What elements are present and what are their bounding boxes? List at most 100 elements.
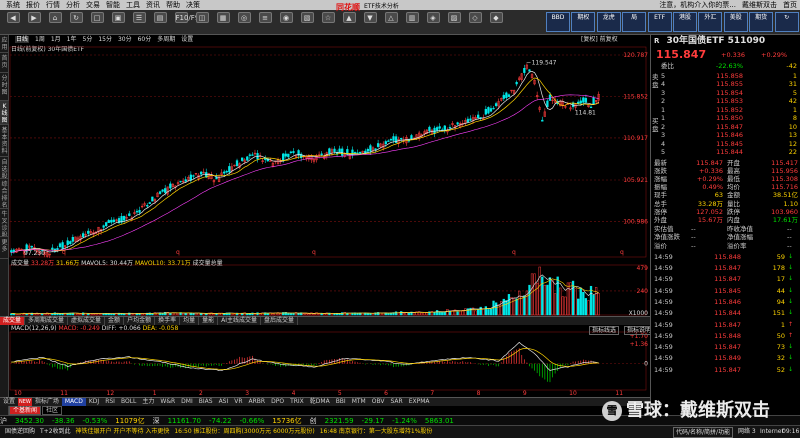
indicator-tab-0[interactable]: 设置 bbox=[0, 398, 18, 406]
volume-tab-9[interactable]: 盘后成交量 bbox=[261, 317, 299, 325]
indicator-tab-2[interactable]: MACD bbox=[61, 398, 86, 406]
indicator-tab-18[interactable]: OBV bbox=[369, 398, 388, 406]
candle bbox=[143, 201, 146, 207]
ask-row-1-vol: 31 bbox=[788, 80, 797, 88]
volume-bar bbox=[79, 313, 82, 316]
candle bbox=[171, 183, 175, 188]
bid-row-0: 1 115.850 8 bbox=[651, 114, 800, 122]
x-axis-label: 8 bbox=[477, 390, 481, 397]
sub-tab-1[interactable]: 社区 bbox=[42, 406, 63, 415]
indicator-tab-20[interactable]: EXPMA bbox=[406, 398, 433, 406]
candle bbox=[148, 201, 151, 204]
sell-label: 卖盘 bbox=[652, 73, 659, 89]
sub-tab-0[interactable]: 个基新闻 bbox=[9, 406, 42, 415]
indicator-tab-9[interactable]: BIAS bbox=[196, 398, 216, 406]
toolbar-right-button-9[interactable]: ↻ bbox=[774, 12, 799, 32]
candle bbox=[446, 127, 449, 135]
event-marker[interactable]: q bbox=[176, 249, 180, 256]
ask-row-4: 1 115.852 1 bbox=[651, 106, 800, 114]
toolbar-right-button-8[interactable]: 期货 bbox=[749, 12, 774, 32]
indicator-tab-4[interactable]: RSI bbox=[102, 398, 118, 406]
volume-bar bbox=[256, 312, 259, 316]
status-item-5[interactable]: 代码/名称/简拼/功能 bbox=[673, 427, 734, 438]
volume-bar bbox=[110, 313, 113, 316]
candle bbox=[135, 208, 139, 215]
event-marker[interactable]: q bbox=[620, 249, 624, 256]
stat-value-3: 0.49% bbox=[702, 183, 723, 192]
stat-row-3: 振幅 0.49% 均价 115.716 bbox=[651, 183, 800, 191]
volume-bar bbox=[520, 295, 523, 316]
indicator-tab-15[interactable]: 乾DMA bbox=[307, 398, 333, 406]
candle bbox=[507, 93, 511, 97]
volume-legend-ma5: MAVOL5: 30.44万 bbox=[81, 260, 134, 267]
status-item-0: 国债逆回购 bbox=[5, 428, 36, 435]
volume-bar bbox=[487, 309, 490, 316]
macd-legend-name: MACD(12,26,9) bbox=[11, 325, 57, 332]
event-marker[interactable]: q bbox=[312, 249, 316, 256]
indicator-tab-7[interactable]: W&R bbox=[157, 398, 178, 406]
candle bbox=[494, 101, 498, 108]
event-marker[interactable]: q bbox=[62, 249, 66, 256]
volume-tab-4[interactable]: 户均金额 bbox=[124, 317, 156, 325]
indicator-tab-1[interactable]: 指标广场 bbox=[32, 398, 62, 406]
tick-dir-6: ↑ bbox=[788, 320, 794, 328]
volume-tab-2[interactable]: 虚拟成交量 bbox=[68, 317, 106, 325]
indicator-tab-13[interactable]: DPO bbox=[268, 398, 287, 406]
volume-bar bbox=[482, 308, 485, 316]
volume-tab-6[interactable]: 均量 bbox=[180, 317, 200, 325]
indicator-tab-11[interactable]: VR bbox=[231, 398, 245, 406]
volume-bar bbox=[271, 313, 275, 316]
indicator-select-button[interactable]: 指标线选 bbox=[589, 326, 620, 335]
indicator-tab-19[interactable]: SAR bbox=[388, 398, 406, 406]
candle bbox=[366, 147, 369, 153]
volume-tabs: 成交量 多周期成交量 虚拟成交量 金额 户均金额 换手率 均量 量能 AI主线成交量 盘后成交量 bbox=[0, 316, 650, 325]
volume-tab-1[interactable]: 多周期成交量 bbox=[25, 317, 69, 325]
stat-row-6: 涨停 127.052 跌停 103.960 bbox=[651, 208, 800, 216]
volume-bar bbox=[584, 298, 588, 316]
toolbar-right-button-5[interactable]: 港股 bbox=[673, 12, 697, 32]
stat-label2-5: 量比 bbox=[727, 199, 740, 208]
tick-row-8: 14:59 115.847 73 ↓ bbox=[651, 343, 800, 351]
indicator-tab-8[interactable]: DMI bbox=[178, 398, 196, 406]
tick-time-5: 14:59 bbox=[654, 309, 673, 318]
event-marker[interactable]: q bbox=[512, 249, 516, 256]
candle bbox=[110, 217, 113, 225]
volume-tab-0[interactable]: 成交量 bbox=[0, 317, 26, 325]
volume-bar bbox=[518, 290, 521, 316]
last-price-label: 114.81 bbox=[575, 109, 596, 116]
volume-tab-3[interactable]: 金额 bbox=[105, 317, 125, 325]
candle bbox=[71, 234, 74, 245]
volume-bar bbox=[435, 310, 439, 316]
indicator-tab-10[interactable]: ASI bbox=[216, 398, 232, 406]
indicator-tab-12[interactable]: ARBR bbox=[246, 398, 269, 406]
menu-right-0[interactable]: 注意，机构介入你的票... bbox=[659, 1, 736, 9]
kline-chart[interactable]: 120.787 115.852 110.917 105.921 100.986 119.5… bbox=[0, 0, 650, 415]
candle bbox=[487, 106, 490, 115]
bid-row-2-label: 3 bbox=[661, 131, 666, 139]
indicator-tab-5[interactable]: BOLL bbox=[118, 398, 139, 406]
volume-bar bbox=[569, 282, 572, 316]
indicator-tab-14[interactable]: TRIX bbox=[287, 398, 307, 406]
toolbar-right-button-6[interactable]: 外汇 bbox=[698, 12, 723, 32]
toolbar-right-button-7[interactable]: 美股 bbox=[723, 12, 748, 32]
toolbar-right-button-4[interactable]: ETF bbox=[647, 12, 672, 32]
menu-right-2[interactable]: 首页 bbox=[783, 1, 797, 9]
nav-row-0: 实估值 -- 昨收净值 -- bbox=[651, 225, 800, 233]
ask-row-0-label: 5 bbox=[661, 71, 666, 80]
indicator-tab-17[interactable]: MTM bbox=[349, 398, 369, 406]
volume-tab-7[interactable]: 量能 bbox=[199, 317, 219, 325]
volume-tab-8[interactable]: AI主线成交量 bbox=[218, 317, 261, 325]
volume-tab-5[interactable]: 换手率 bbox=[155, 317, 181, 325]
volume-bar bbox=[112, 313, 116, 316]
volume-bar bbox=[530, 273, 534, 316]
indicator-tab-3[interactable]: KDJ bbox=[86, 398, 102, 406]
volume-bar bbox=[76, 313, 80, 316]
volume-bar bbox=[192, 313, 195, 316]
nav-row-2: 溢价 -- 溢价率 -- bbox=[651, 242, 800, 250]
indicator-tab-6[interactable]: 主力 bbox=[139, 398, 157, 406]
candle bbox=[387, 139, 390, 142]
menu-right-1[interactable]: 戴维斯双击 bbox=[742, 1, 777, 9]
indicator-tab-16[interactable]: BBI bbox=[333, 398, 349, 406]
tick-dir-8: ↓ bbox=[788, 343, 794, 351]
candle bbox=[156, 191, 159, 198]
